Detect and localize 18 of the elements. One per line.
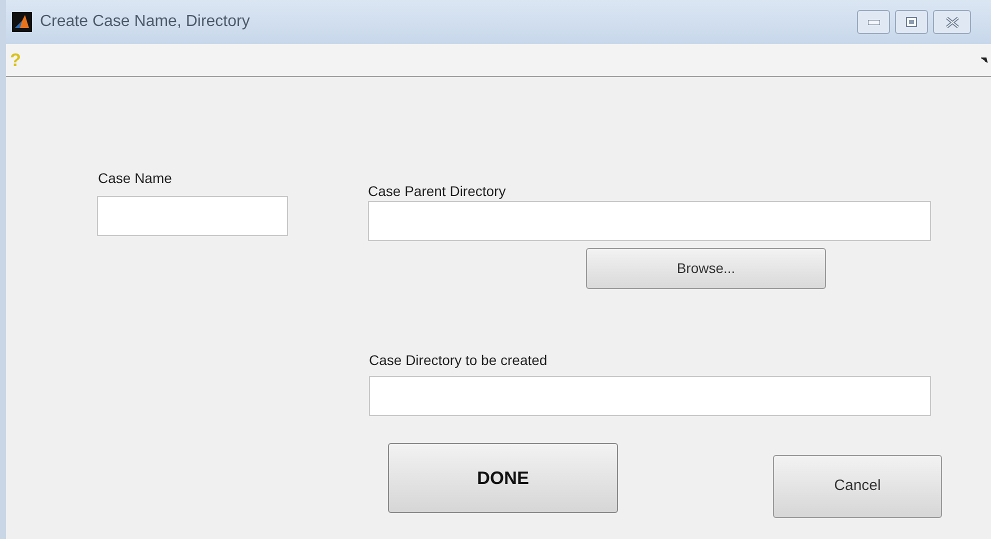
browse-button[interactable]: Browse... bbox=[586, 248, 826, 289]
done-button[interactable]: DONE bbox=[388, 443, 618, 513]
toolbar-overflow-icon[interactable] bbox=[981, 57, 989, 63]
parent-directory-field[interactable] bbox=[368, 201, 931, 241]
maximize-icon bbox=[906, 17, 917, 27]
app-logo-icon bbox=[12, 12, 32, 32]
minimize-button[interactable] bbox=[857, 10, 890, 34]
case-directory-field[interactable] bbox=[369, 376, 931, 416]
cancel-button[interactable]: Cancel bbox=[773, 455, 942, 518]
close-icon bbox=[946, 16, 958, 28]
field-label: Case Parent Directory bbox=[368, 182, 506, 201]
field-label: Case Name bbox=[98, 169, 172, 188]
case-name-field[interactable] bbox=[97, 196, 288, 236]
maximize-button[interactable] bbox=[895, 10, 928, 34]
window-title: Create Case Name, Directory bbox=[40, 12, 250, 32]
close-button[interactable] bbox=[933, 10, 971, 34]
minimize-icon bbox=[868, 20, 880, 24]
field-label: Case Directory to be created bbox=[369, 351, 548, 370]
